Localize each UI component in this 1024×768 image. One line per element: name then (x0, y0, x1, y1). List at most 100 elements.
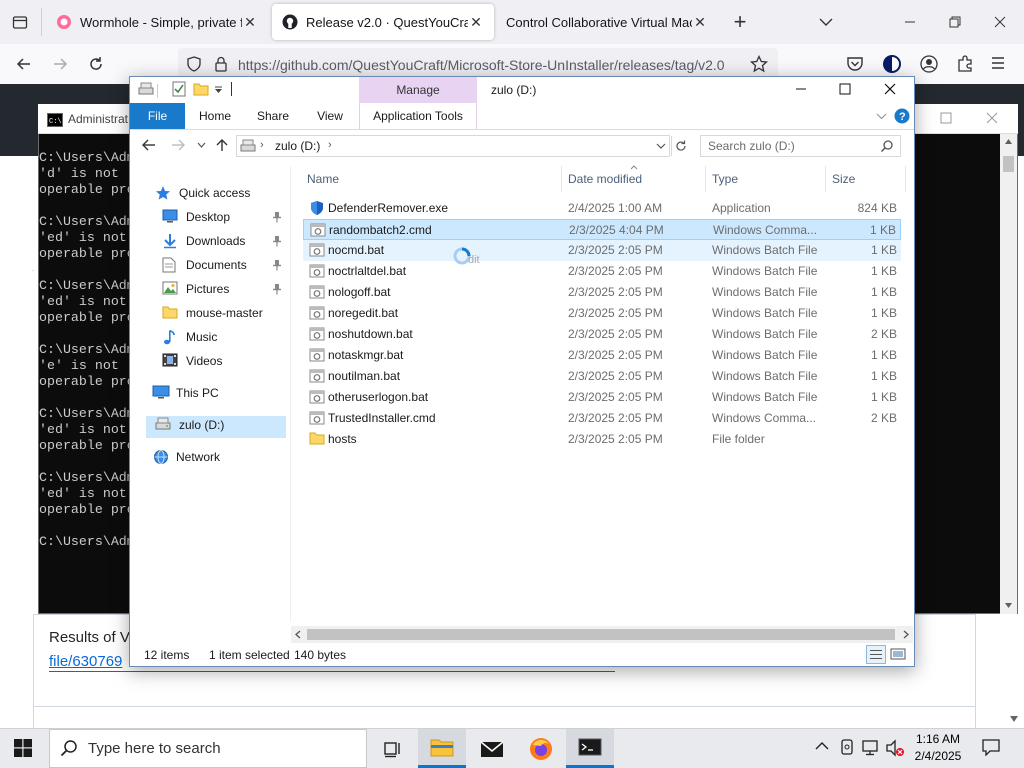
tab-application-tools[interactable]: Application Tools (359, 103, 477, 129)
taskbar-clock[interactable]: 1:16 AM 2/4/2025 (908, 731, 968, 765)
cmd-maximize-icon[interactable] (940, 112, 952, 124)
menu-hamburger-icon[interactable] (990, 56, 1006, 70)
pin-icon[interactable] (272, 235, 282, 247)
address-dropdown-icon[interactable] (656, 143, 666, 149)
tray-overflow-chevron-icon[interactable] (815, 741, 829, 751)
manage-contextual-tab[interactable]: Manage (359, 77, 477, 103)
column-separator[interactable] (561, 166, 562, 192)
file-explorer-taskbar-icon[interactable] (418, 729, 466, 768)
file-row[interactable]: randombatch2.cmd 2/3/2025 4:04 PM Windows … (303, 219, 901, 240)
network-tray-icon[interactable] (862, 740, 880, 756)
file-row[interactable]: nocmd.bat 2/3/2025 2:05 PM Windows Batch F… (303, 240, 901, 261)
back-button[interactable] (10, 50, 38, 78)
volume-muted-tray-icon[interactable] (885, 739, 905, 757)
extensions-puzzle-icon[interactable] (956, 55, 974, 73)
restore-browser-icon[interactable] (941, 8, 969, 36)
nav-item-desktop[interactable]: Desktop (162, 206, 230, 228)
nav-item-network[interactable]: Network (152, 446, 220, 468)
pocket-icon[interactable] (846, 56, 864, 72)
browser-tab-wormhole[interactable]: Wormhole - Simple, private file ✕ (46, 4, 268, 40)
search-icon[interactable] (880, 139, 894, 153)
file-row[interactable]: nologoff.bat 2/3/2025 2:05 PM Windows Batc… (303, 282, 901, 303)
file-row[interactable]: notaskmgr.bat 2/3/2025 2:05 PM Windows Bat… (303, 345, 901, 366)
breadcrumb-chevron-icon[interactable]: › (328, 139, 332, 151)
tab-share[interactable]: Share (251, 103, 295, 129)
scroll-left-icon[interactable] (295, 630, 301, 639)
close-tab-icon[interactable]: ✕ (242, 14, 258, 30)
firefox-taskbar-icon[interactable] (517, 729, 565, 768)
terminal-taskbar-icon[interactable] (566, 729, 614, 768)
nav-item-zulo-d[interactable]: zulo (D:) (155, 414, 224, 436)
pin-icon[interactable] (272, 211, 282, 223)
minimize-browser-icon[interactable] (896, 8, 924, 36)
breadcrumb-chevron-icon[interactable]: › (260, 139, 264, 151)
nav-item-downloads[interactable]: Downloads (162, 230, 245, 252)
page-scroll-down-icon[interactable] (1009, 715, 1019, 723)
lock-icon[interactable] (214, 56, 228, 72)
task-view-icon[interactable] (368, 729, 416, 768)
file-row[interactable]: noshutdown.bat 2/3/2025 2:05 PM Windows Ba… (303, 324, 901, 345)
file-row[interactable]: otheruserlogon.bat 2/3/2025 2:05 PM Window… (303, 387, 901, 408)
column-separator[interactable] (825, 166, 826, 192)
bookmark-star-icon[interactable] (750, 55, 768, 73)
hscroll-thumb[interactable] (307, 629, 895, 640)
tracking-protection-icon[interactable] (186, 56, 202, 72)
details-view-icon[interactable] (866, 645, 886, 664)
explorer-back-icon[interactable] (141, 138, 157, 152)
new-folder-qat-icon[interactable] (193, 81, 209, 97)
nav-item-pictures[interactable]: Pictures (162, 278, 229, 300)
nav-item-documents[interactable]: Documents (162, 254, 247, 276)
help-icon[interactable]: ? (894, 108, 910, 124)
recent-locations-icon[interactable] (197, 142, 206, 148)
tab-file[interactable]: File (130, 103, 185, 129)
file-row[interactable]: TrustedInstaller.cmd 2/3/2025 2:05 PM Wind… (303, 408, 901, 429)
explorer-minimize-icon[interactable] (795, 83, 807, 95)
close-tab-icon[interactable]: ✕ (692, 14, 708, 30)
ribbon-expand-icon[interactable] (876, 112, 887, 120)
browser-tab-control[interactable]: Control Collaborative Virtual Machi ✕ (496, 4, 718, 40)
file-row[interactable]: noctrlaltdel.bat 2/3/2025 2:05 PM Windows … (303, 261, 901, 282)
explorer-forward-icon[interactable] (170, 138, 186, 152)
qat-dropdown-icon[interactable] (214, 86, 223, 94)
reload-button[interactable] (82, 50, 110, 78)
large-icons-view-icon[interactable] (890, 647, 906, 661)
nav-item-this-pc[interactable]: This PC (152, 382, 219, 404)
tab-list-icon[interactable] (6, 8, 34, 36)
column-header-size[interactable]: Size (832, 172, 855, 188)
mail-taskbar-icon[interactable] (468, 729, 516, 768)
browser-tab-release[interactable]: Release v2.0 · QuestYouCraft/M ✕ (272, 4, 494, 40)
explorer-maximize-icon[interactable] (839, 83, 851, 95)
pin-icon[interactable] (272, 283, 282, 295)
cmd-scrollbar[interactable] (1000, 134, 1017, 614)
column-separator[interactable] (705, 166, 706, 192)
column-header-date[interactable]: Date modified (568, 172, 642, 188)
file-row[interactable]: noregedit.bat 2/3/2025 2:05 PM Windows Bat… (303, 303, 901, 324)
close-browser-icon[interactable] (986, 8, 1014, 36)
file-row[interactable]: noutilman.bat 2/3/2025 2:05 PM Windows Bat… (303, 366, 901, 387)
notifications-icon[interactable] (982, 738, 1000, 756)
nav-item-quick-access[interactable]: Quick access (155, 182, 250, 204)
nav-item-mouse-master[interactable]: mouse-master (162, 302, 263, 324)
cmd-close-icon[interactable] (986, 112, 998, 124)
tab-home[interactable]: Home (191, 103, 239, 129)
column-separator[interactable] (905, 166, 906, 192)
refresh-button[interactable] (671, 136, 690, 156)
nav-item-videos[interactable]: Videos (162, 350, 222, 372)
column-header-name[interactable]: Name (307, 172, 339, 188)
scroll-right-icon[interactable] (903, 630, 909, 639)
start-windows-icon[interactable] (14, 739, 32, 757)
explorer-close-icon[interactable] (884, 83, 896, 95)
new-tab-button[interactable]: + (726, 8, 754, 36)
column-header-type[interactable]: Type (712, 172, 738, 188)
pin-icon[interactable] (272, 259, 282, 271)
close-tab-icon[interactable]: ✕ (468, 14, 484, 30)
list-all-tabs-icon[interactable] (812, 8, 840, 36)
file-link[interactable]: file/630769 (49, 653, 122, 670)
tab-view[interactable]: View (308, 103, 352, 129)
breadcrumb-zulo[interactable]: zulo (D:) (275, 139, 320, 153)
forward-button[interactable] (46, 50, 74, 78)
extension-blue-icon[interactable] (882, 54, 902, 74)
file-row[interactable]: DefenderRemover.exe 2/4/2025 1:00 AM Appli… (303, 198, 901, 219)
nav-item-music[interactable]: Music (162, 326, 217, 348)
device-tray-icon[interactable] (840, 739, 854, 755)
